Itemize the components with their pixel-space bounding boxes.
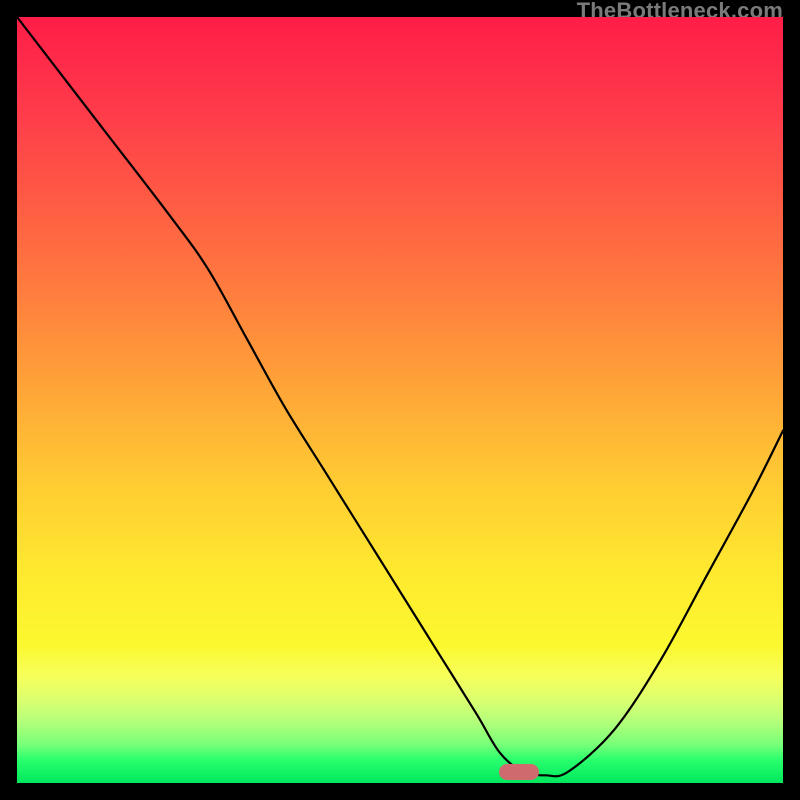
optimum-marker — [499, 764, 539, 780]
plot-area — [17, 17, 783, 783]
chart-frame: TheBottleneck.com — [0, 0, 800, 800]
bottleneck-curve — [17, 17, 783, 783]
